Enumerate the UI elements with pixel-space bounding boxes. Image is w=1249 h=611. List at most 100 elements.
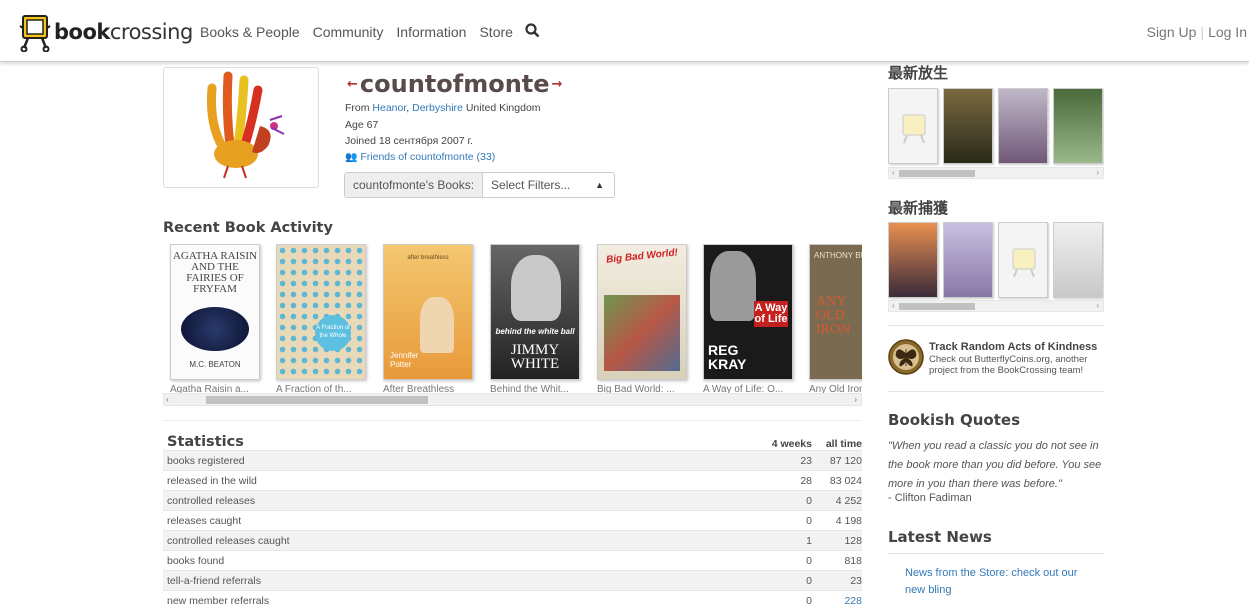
stat-alltime-link[interactable]: 228 — [820, 591, 862, 610]
stat-alltime: 4 252 — [835, 495, 862, 507]
filter-placeholder: Select Filters... — [491, 178, 571, 192]
stats-rows: books registered 23 87 120 released in the… — [163, 450, 862, 610]
stat-4weeks: 0 — [806, 495, 812, 507]
right-arrow-icon: → — [551, 76, 563, 92]
scroll-right-icon[interactable]: › — [854, 394, 857, 406]
friends-row: 👥 Friends of countofmonte (33) — [345, 151, 495, 163]
cover-author: M.C. BEATON — [189, 360, 241, 369]
books-filter: countofmonte's Books: Select Filters... … — [344, 172, 615, 198]
sidebar-divider — [888, 553, 1104, 554]
books-scrollbar[interactable]: ‹ › — [163, 393, 862, 406]
scroll-left-icon[interactable]: ‹ — [166, 394, 169, 406]
stat-name: controlled releases caught — [167, 535, 290, 547]
stat-alltime: 23 — [850, 575, 862, 587]
nav-information[interactable]: Information — [396, 24, 466, 40]
stat-name: tell-a-friend referrals — [167, 575, 261, 587]
signup-link[interactable]: Sign Up — [1147, 24, 1197, 40]
stat-4weeks: 23 — [800, 455, 812, 467]
caught-scrollbar[interactable]: ‹ › — [888, 300, 1104, 312]
recent-books-strip: AGATHA RAISIN AND THE FAIRIES OF FRYFAM … — [163, 244, 862, 409]
book-card[interactable]: behind the white ball JIMMY WHITE Behind… — [490, 244, 580, 395]
book-cover[interactable] — [1053, 222, 1103, 298]
book-cover[interactable]: Big Bad World! — [597, 244, 687, 380]
town-link[interactable]: Heanor — [372, 102, 406, 114]
book-cover[interactable]: AGATHA RAISIN AND THE FAIRIES OF FRYFAM … — [170, 244, 260, 380]
latest-released-strip — [888, 88, 1104, 168]
book-cover[interactable]: ANTHONY BURGESS ANY OLD IRON — [809, 244, 862, 380]
auth-links: Sign Up | Log In — [1147, 24, 1247, 40]
book-cover[interactable] — [888, 88, 938, 164]
scroll-left-icon[interactable]: ‹ — [892, 167, 895, 179]
stat-alltime: 818 — [844, 555, 862, 567]
sort-caret-icon: ▲ — [595, 180, 604, 190]
profile-location: From Heanor, Derbyshire United Kingdom — [345, 102, 541, 114]
cover-title: after breathless — [407, 255, 449, 261]
table-row: books found 0 818 — [163, 550, 862, 570]
book-cover[interactable]: A Fraction of the Whole — [276, 244, 366, 380]
recent-activity-title: Recent Book Activity — [163, 220, 333, 236]
released-scrollbar[interactable]: ‹ › — [888, 167, 1104, 179]
track-title: Track Random Acts of Kindness — [929, 341, 1098, 353]
login-link[interactable]: Log In — [1208, 24, 1247, 40]
scroll-right-icon[interactable]: › — [1096, 300, 1099, 312]
book-placeholder-icon — [902, 114, 926, 144]
latest-caught-strip — [888, 222, 1104, 302]
friends-link[interactable]: Friends of countofmonte (33) — [360, 151, 495, 163]
book-cover[interactable]: behind the white ball JIMMY WHITE — [490, 244, 580, 380]
book-card[interactable]: A Way of Life REG KRAY A Way of Life: O.… — [703, 244, 793, 395]
book-placeholder-icon — [1012, 248, 1036, 278]
stats-title: Statistics — [167, 434, 244, 450]
scroll-thumb[interactable] — [206, 396, 428, 404]
bookish-quotes-title: Bookish Quotes — [888, 411, 1020, 429]
book-mascot-icon — [18, 12, 52, 53]
bookcrossing-logo[interactable]: bookcrossing — [18, 12, 193, 53]
cover-author: REG KRAY — [708, 342, 747, 372]
book-cover[interactable] — [943, 88, 993, 164]
scroll-thumb[interactable] — [899, 303, 975, 310]
stat-name: books registered — [167, 455, 245, 467]
news-item-link[interactable]: News from the Store: check out our new b… — [905, 565, 1095, 599]
book-cover[interactable] — [998, 88, 1048, 164]
butterfly-coin-icon — [888, 339, 924, 375]
nav-books-people[interactable]: Books & People — [200, 24, 300, 40]
stat-alltime: 83 024 — [829, 475, 862, 487]
cover-title: ANY OLD IRON — [816, 294, 851, 337]
scroll-thumb[interactable] — [899, 170, 975, 177]
book-cover[interactable] — [998, 222, 1048, 298]
statistics-table: Statistics 4 weeks all time books regist… — [163, 420, 862, 610]
table-row: controlled releases 0 4 252 — [163, 490, 862, 510]
profile-joined: Joined 18 сентября 2007 г. — [345, 135, 473, 147]
butterfly-coins-promo[interactable]: Track Random Acts of Kindness Check out … — [888, 339, 1104, 379]
book-cover[interactable]: after breathless Jennifer Potter — [383, 244, 473, 380]
track-text: Check out ButterflyCoins.org, another pr… — [929, 354, 1088, 376]
stat-name: books found — [167, 555, 225, 567]
stat-4weeks: 28 — [800, 475, 812, 487]
sidebar-divider — [888, 325, 1104, 326]
book-card[interactable]: ANTHONY BURGESS ANY OLD IRON Any Old Iro… — [809, 244, 862, 395]
stat-name: released in the wild — [167, 475, 257, 487]
book-cover[interactable] — [888, 222, 938, 298]
nav-community[interactable]: Community — [313, 24, 384, 40]
book-cover[interactable]: A Way of Life REG KRAY — [703, 244, 793, 380]
left-arrow-icon: ← — [347, 76, 358, 92]
books-filter-select[interactable]: Select Filters... ▲ — [483, 173, 614, 197]
book-card[interactable]: after breathless Jennifer Potter After B… — [383, 244, 473, 395]
friends-icon: 👥 — [345, 152, 358, 163]
book-cover[interactable] — [943, 222, 993, 298]
scroll-right-icon[interactable]: › — [1096, 167, 1099, 179]
quote-text: "When you read a classic you do not see … — [888, 440, 1102, 490]
search-icon[interactable] — [525, 23, 540, 43]
book-card[interactable]: Big Bad World! Big Bad World: ... — [597, 244, 687, 395]
profile-username: ← countofmonte → — [345, 70, 564, 98]
scroll-left-icon[interactable]: ‹ — [892, 300, 895, 312]
cover-art — [181, 307, 249, 351]
nav-store[interactable]: Store — [479, 24, 512, 40]
book-cover[interactable] — [1053, 88, 1103, 164]
cover-art — [604, 295, 680, 371]
profile-age: Age 67 — [345, 119, 379, 131]
book-card[interactable]: A Fraction of the Whole A Fraction of th… — [276, 244, 366, 395]
table-row: new member referrals 0 228 — [163, 590, 862, 610]
book-card[interactable]: AGATHA RAISIN AND THE FAIRIES OF FRYFAM … — [170, 244, 260, 395]
county-link[interactable]: Derbyshire — [412, 102, 463, 114]
table-row: released in the wild 28 83 024 — [163, 470, 862, 490]
